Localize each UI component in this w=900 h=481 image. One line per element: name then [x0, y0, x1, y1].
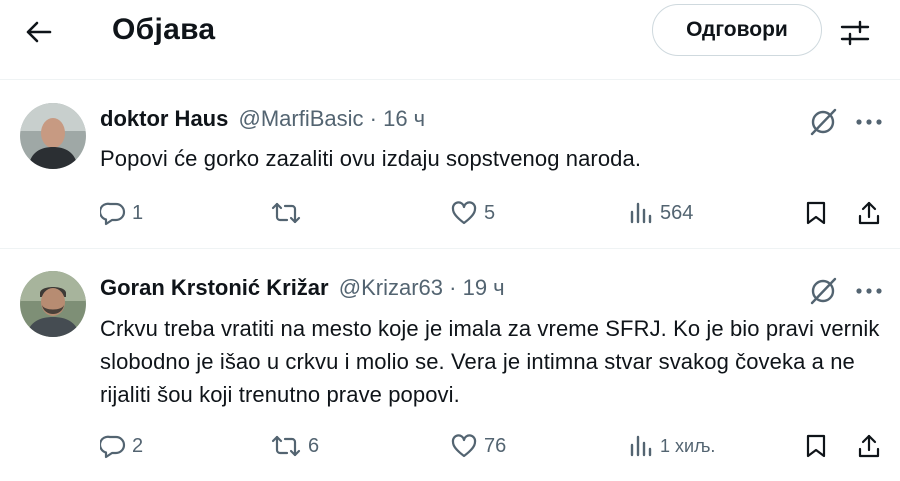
heart-icon — [451, 201, 477, 225]
grok-button[interactable] — [806, 105, 840, 139]
views-action[interactable]: 564 — [628, 193, 693, 233]
repost-icon — [271, 435, 301, 457]
separator: · — [449, 275, 457, 300]
bookmark-icon — [806, 201, 826, 225]
views-count: 564 — [660, 201, 694, 224]
post-text: Crkvu treba vratiti na mesto koje je ima… — [100, 316, 880, 407]
reply-bubble-icon — [100, 202, 126, 226]
separator: · — [369, 106, 377, 131]
reply-bubble-icon — [100, 435, 126, 459]
back-arrow-icon — [26, 21, 52, 43]
reply-post[interactable]: Goran Krstonić Križar @Krizar63 · 19 ч C… — [0, 250, 900, 481]
views-chart-icon — [630, 202, 652, 224]
grok-icon — [810, 108, 837, 136]
author-handle[interactable]: @MarfiBasic — [238, 106, 363, 131]
bookmark-action[interactable] — [804, 426, 828, 466]
reply-count: 1 — [132, 201, 144, 224]
post-text: Popovi će gorko zazaliti ovu izdaju sops… — [100, 146, 642, 171]
author-handle[interactable]: @Krizar63 — [339, 275, 443, 300]
share-action[interactable] — [856, 426, 882, 466]
more-button[interactable] — [852, 107, 886, 137]
author-name[interactable]: Goran Krstonić Križar — [100, 275, 329, 300]
grok-icon — [810, 277, 837, 305]
bookmark-action[interactable] — [804, 193, 828, 233]
reply-action[interactable]: 1 — [100, 193, 143, 233]
post-time[interactable]: 16 ч — [383, 106, 425, 131]
author-name[interactable]: doktor Haus — [100, 106, 228, 131]
repost-action[interactable] — [270, 193, 308, 233]
like-count: 76 — [484, 434, 507, 457]
like-count: 5 — [484, 201, 496, 224]
share-icon — [858, 434, 880, 458]
reply-button[interactable]: Одговори — [652, 4, 822, 56]
bookmark-icon — [806, 434, 826, 458]
action-bar: 1 5 564 — [100, 193, 890, 233]
repost-action[interactable]: 6 — [270, 426, 319, 466]
like-action[interactable]: 76 — [450, 426, 506, 466]
views-count: 1 хиљ. — [660, 435, 716, 456]
post-meta: doktor Haus @MarfiBasic · 16 ч — [100, 104, 425, 134]
more-button[interactable] — [852, 276, 886, 306]
page-title: Објава — [112, 13, 216, 46]
reply-count: 2 — [132, 434, 144, 457]
reply-action[interactable]: 2 — [100, 426, 143, 466]
back-button[interactable] — [20, 14, 56, 50]
post-meta: Goran Krstonić Križar @Krizar63 · 19 ч — [100, 273, 505, 303]
top-bar: Објава Одговори — [0, 0, 900, 80]
grok-button[interactable] — [806, 274, 840, 308]
post-time[interactable]: 19 ч — [463, 275, 505, 300]
views-action[interactable]: 1 хиљ. — [628, 426, 715, 466]
heart-icon — [451, 434, 477, 458]
repost-icon — [271, 202, 301, 224]
filter-sliders-icon — [840, 20, 870, 46]
like-action[interactable]: 5 — [450, 193, 495, 233]
more-dots-icon — [856, 288, 882, 294]
views-chart-icon — [630, 435, 652, 457]
repost-count: 6 — [308, 434, 320, 457]
avatar[interactable] — [20, 103, 86, 169]
filter-button[interactable] — [834, 12, 876, 54]
action-bar: 2 6 76 1 хиљ. — [100, 426, 890, 466]
share-action[interactable] — [856, 193, 882, 233]
avatar[interactable] — [20, 271, 86, 337]
reply-post[interactable]: doktor Haus @MarfiBasic · 16 ч Popovi će… — [0, 81, 900, 249]
more-dots-icon — [856, 119, 882, 125]
share-icon — [858, 201, 880, 225]
